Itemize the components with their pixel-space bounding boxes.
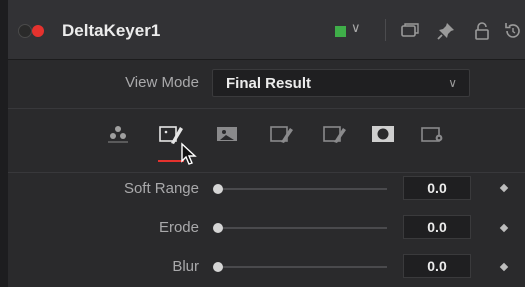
inspector-panel: DeltaKeyer1 ∨ View Mode Final Result ∨ S… <box>8 0 525 287</box>
mask-icon[interactable] <box>370 123 396 145</box>
settings-icon[interactable] <box>420 123 446 145</box>
keyframe-diamond-icon[interactable] <box>499 262 509 272</box>
blur-value-field[interactable]: 0.0 <box>403 254 471 278</box>
pin-icon[interactable] <box>435 20 457 42</box>
power-toggle-icon <box>18 24 32 38</box>
chevron-down-icon: ∨ <box>448 76 457 90</box>
power-toggle[interactable] <box>18 24 52 38</box>
power-dot <box>32 25 44 37</box>
keyframe-diamond-icon[interactable] <box>499 183 509 193</box>
soft-range-value-field[interactable]: 0.0 <box>403 176 471 200</box>
view-mode-value: Final Result <box>226 75 312 92</box>
keyframe-diamond-icon[interactable] <box>499 223 509 233</box>
lock-icon[interactable] <box>471 20 493 42</box>
mouse-cursor-icon <box>181 142 197 165</box>
fringe-pick-icon[interactable] <box>322 123 348 145</box>
erode-value-field[interactable]: 0.0 <box>403 215 471 239</box>
window-icon[interactable] <box>399 20 421 42</box>
node-header: DeltaKeyer1 ∨ <box>8 0 525 60</box>
nodes-icon[interactable] <box>105 123 131 145</box>
node-title: DeltaKeyer1 <box>62 21 161 40</box>
blur-label: Blur <box>172 258 199 275</box>
soft-range-label: Soft Range <box>123 180 199 197</box>
erode-slider-track[interactable] <box>219 227 387 229</box>
erode-slider-handle[interactable] <box>213 223 223 233</box>
view-mode-label: View Mode <box>125 74 199 91</box>
blur-slider-track[interactable] <box>219 266 387 268</box>
chevron-down-icon[interactable]: ∨ <box>351 20 361 36</box>
soft-range-slider-handle[interactable] <box>213 184 223 194</box>
color-tag-icon[interactable] <box>335 26 346 37</box>
matte-pick-icon[interactable] <box>269 123 295 145</box>
image-icon[interactable] <box>214 123 240 145</box>
erode-label: Erode <box>158 219 199 236</box>
divider <box>8 172 525 173</box>
divider <box>8 108 525 109</box>
soft-range-slider-track[interactable] <box>219 188 387 190</box>
view-mode-dropdown[interactable]: Final Result ∨ <box>212 69 470 97</box>
reset-icon[interactable] <box>502 20 524 42</box>
header-divider <box>385 19 386 41</box>
blur-slider-handle[interactable] <box>213 262 223 272</box>
